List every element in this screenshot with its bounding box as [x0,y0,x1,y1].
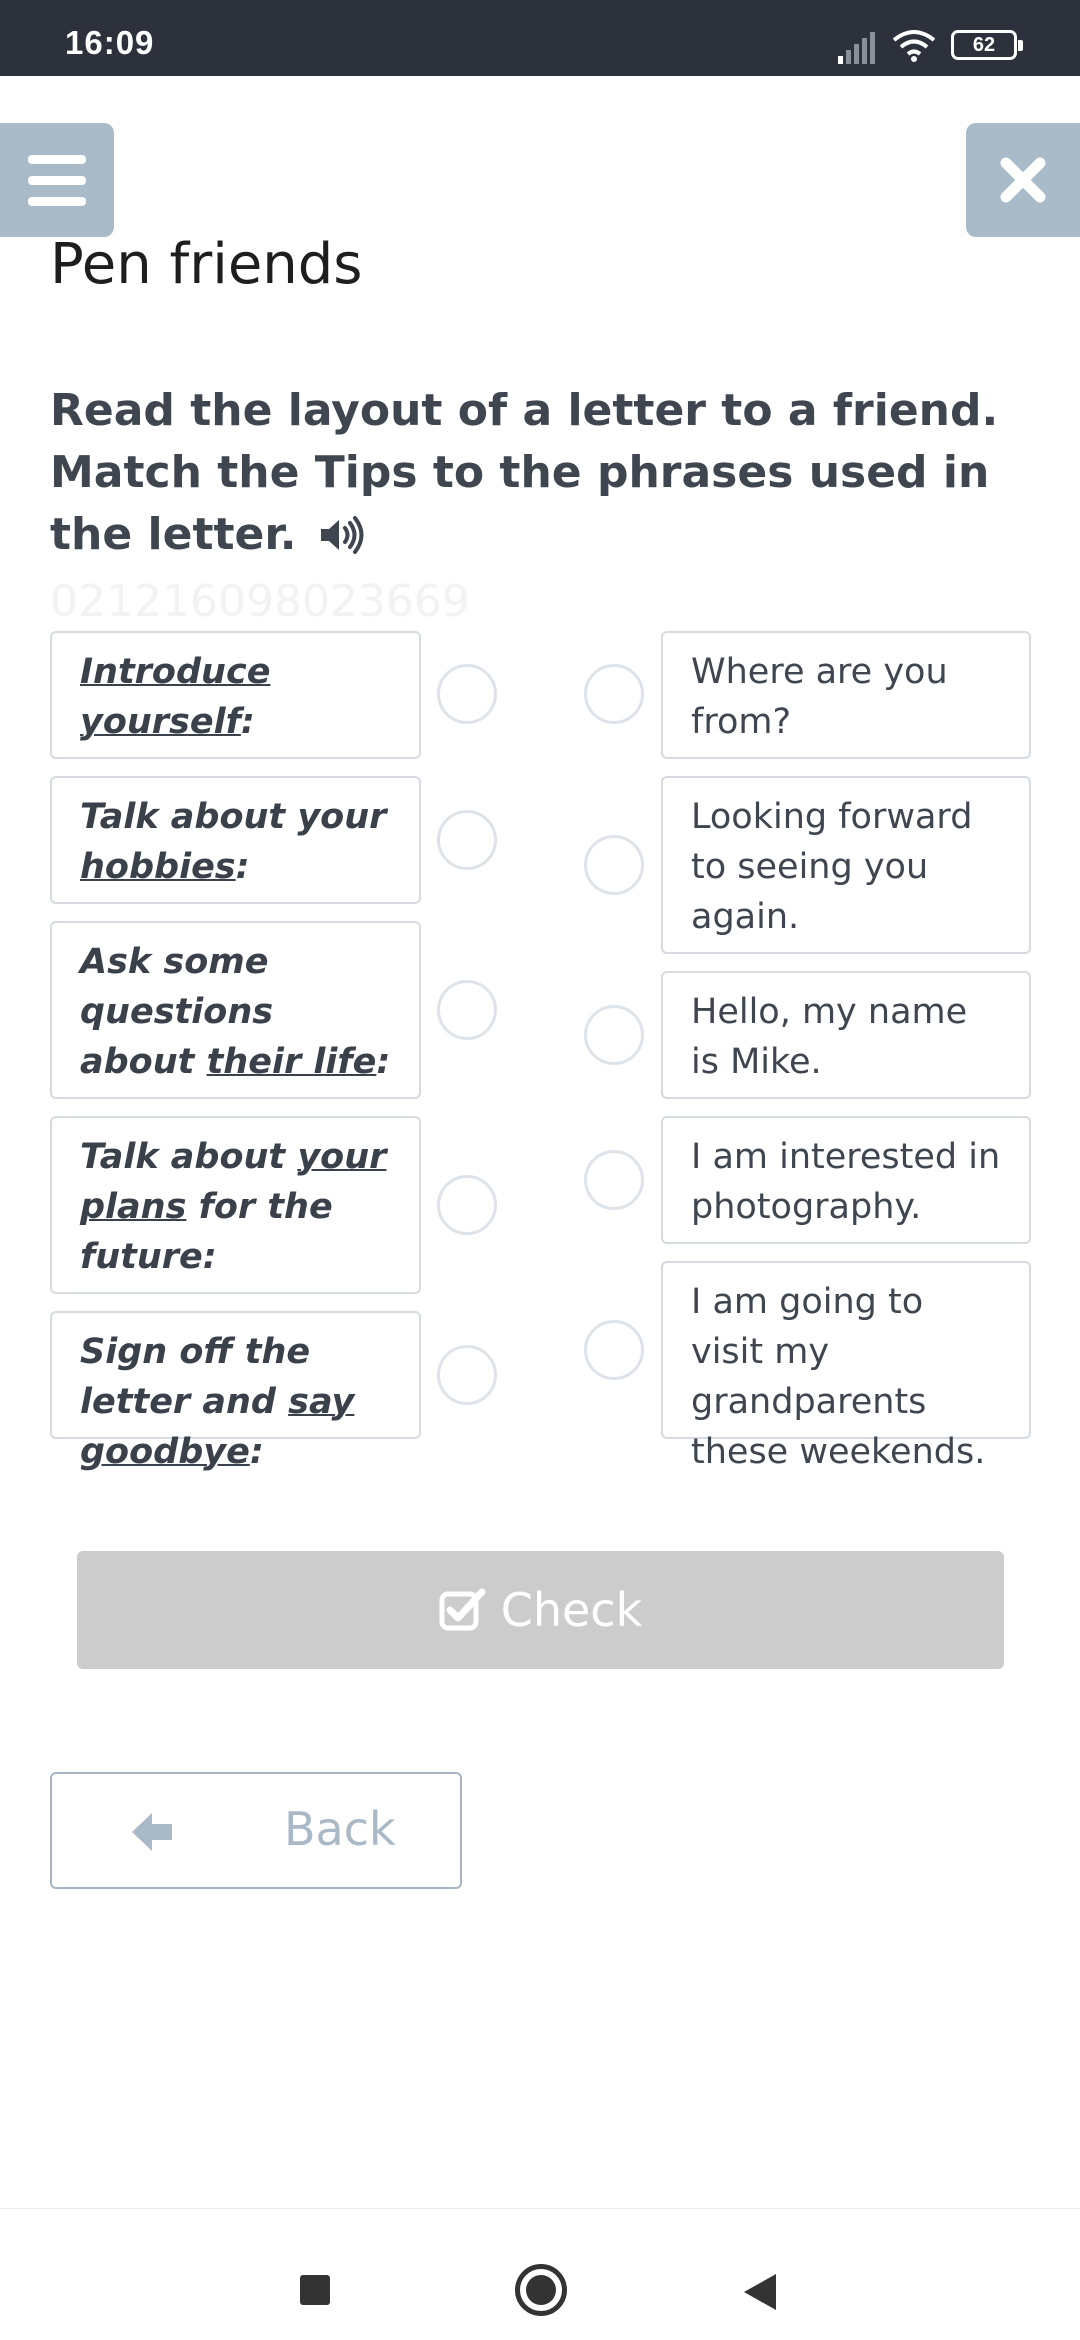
tip-card[interactable]: Ask some questions about their life: [50,921,421,1099]
tip-connector-radio[interactable] [437,980,497,1040]
exercise-id: 021216098023669 [50,576,470,627]
tip-suffix: : [240,702,255,742]
close-button[interactable] [966,123,1080,237]
tip-connector-radio[interactable] [437,1175,497,1235]
tip-text: Talk about your [80,797,387,837]
tip-keyword: hobbies [80,847,236,887]
system-back-icon[interactable] [742,2272,778,2312]
checkbox-icon [439,1588,486,1631]
hamburger-icon-bar [28,175,86,185]
phrase-connector-radio[interactable] [584,1005,644,1065]
phrase-card[interactable]: I am interested in photography. [661,1116,1031,1244]
close-icon [1000,157,1046,203]
battery-indicator: 62 [951,30,1023,60]
tip-suffix: : [235,847,250,887]
system-nav-bar [0,2208,1080,2340]
tip-card[interactable]: Talk about your hobbies: [50,776,421,904]
home-button[interactable] [515,2264,567,2316]
tip-text: Sign off the letter and [80,1332,311,1422]
battery-level: 62 [972,34,996,56]
phrase-connector-radio[interactable] [584,835,644,895]
hamburger-icon-bar [28,154,86,164]
phrase-text: Where are you from? [691,652,948,742]
tip-card[interactable]: Sign off the letter and say goodbye: [50,1311,421,1472]
tip-text: Talk about [80,1137,298,1177]
tip-connector-radio[interactable] [437,1345,497,1405]
tip-connector-radio[interactable] [437,664,497,724]
back-button-label: Back [284,1802,396,1856]
tip-keyword: their life [206,1042,377,1082]
menu-button[interactable] [0,123,114,237]
check-button-label: Check [500,1583,643,1637]
instruction-label: Read the layout of a letter to a friend.… [50,385,999,560]
tip-connector-radio[interactable] [437,810,497,870]
page-title: Pen friends [50,232,363,297]
tip-suffix: : [249,1432,264,1472]
phrase-text: I am going to visit my grandparents thes… [691,1282,986,1472]
status-time: 16:09 [65,24,155,61]
hamburger-icon-bar [28,196,86,206]
phrase-connector-radio[interactable] [584,1150,644,1210]
tip-suffix: : [376,1042,391,1082]
phrase-card[interactable]: I am going to visit my grandparents thes… [661,1261,1031,1472]
back-button[interactable]: Back [50,1772,462,1889]
phrase-text: Looking forward to seeing you again. [691,797,973,937]
signal-icon [838,32,875,64]
recent-apps-button[interactable] [300,2275,330,2305]
instruction-text: Read the layout of a letter to a friend.… [50,380,1040,572]
status-bar: 16:09 62 [0,0,1080,76]
tip-card[interactable]: Introduce yourself: [50,631,421,759]
phrase-card[interactable]: Hello, my name is Mike. [661,971,1031,1099]
phrase-connector-radio[interactable] [584,1320,644,1380]
tip-card[interactable]: Talk about your plans for the future: [50,1116,421,1294]
phrase-card[interactable]: Where are you from? [661,631,1031,759]
phrase-connector-radio[interactable] [584,664,644,724]
wifi-icon [892,30,936,62]
arrow-left-icon [132,1813,172,1851]
check-button[interactable]: Check [77,1551,1004,1669]
phrase-text: Hello, my name is Mike. [691,992,968,1082]
phrase-card[interactable]: Looking forward to seeing you again. [661,776,1031,954]
speaker-icon[interactable] [319,510,365,572]
phrase-text: I am interested in photography. [691,1137,1001,1227]
